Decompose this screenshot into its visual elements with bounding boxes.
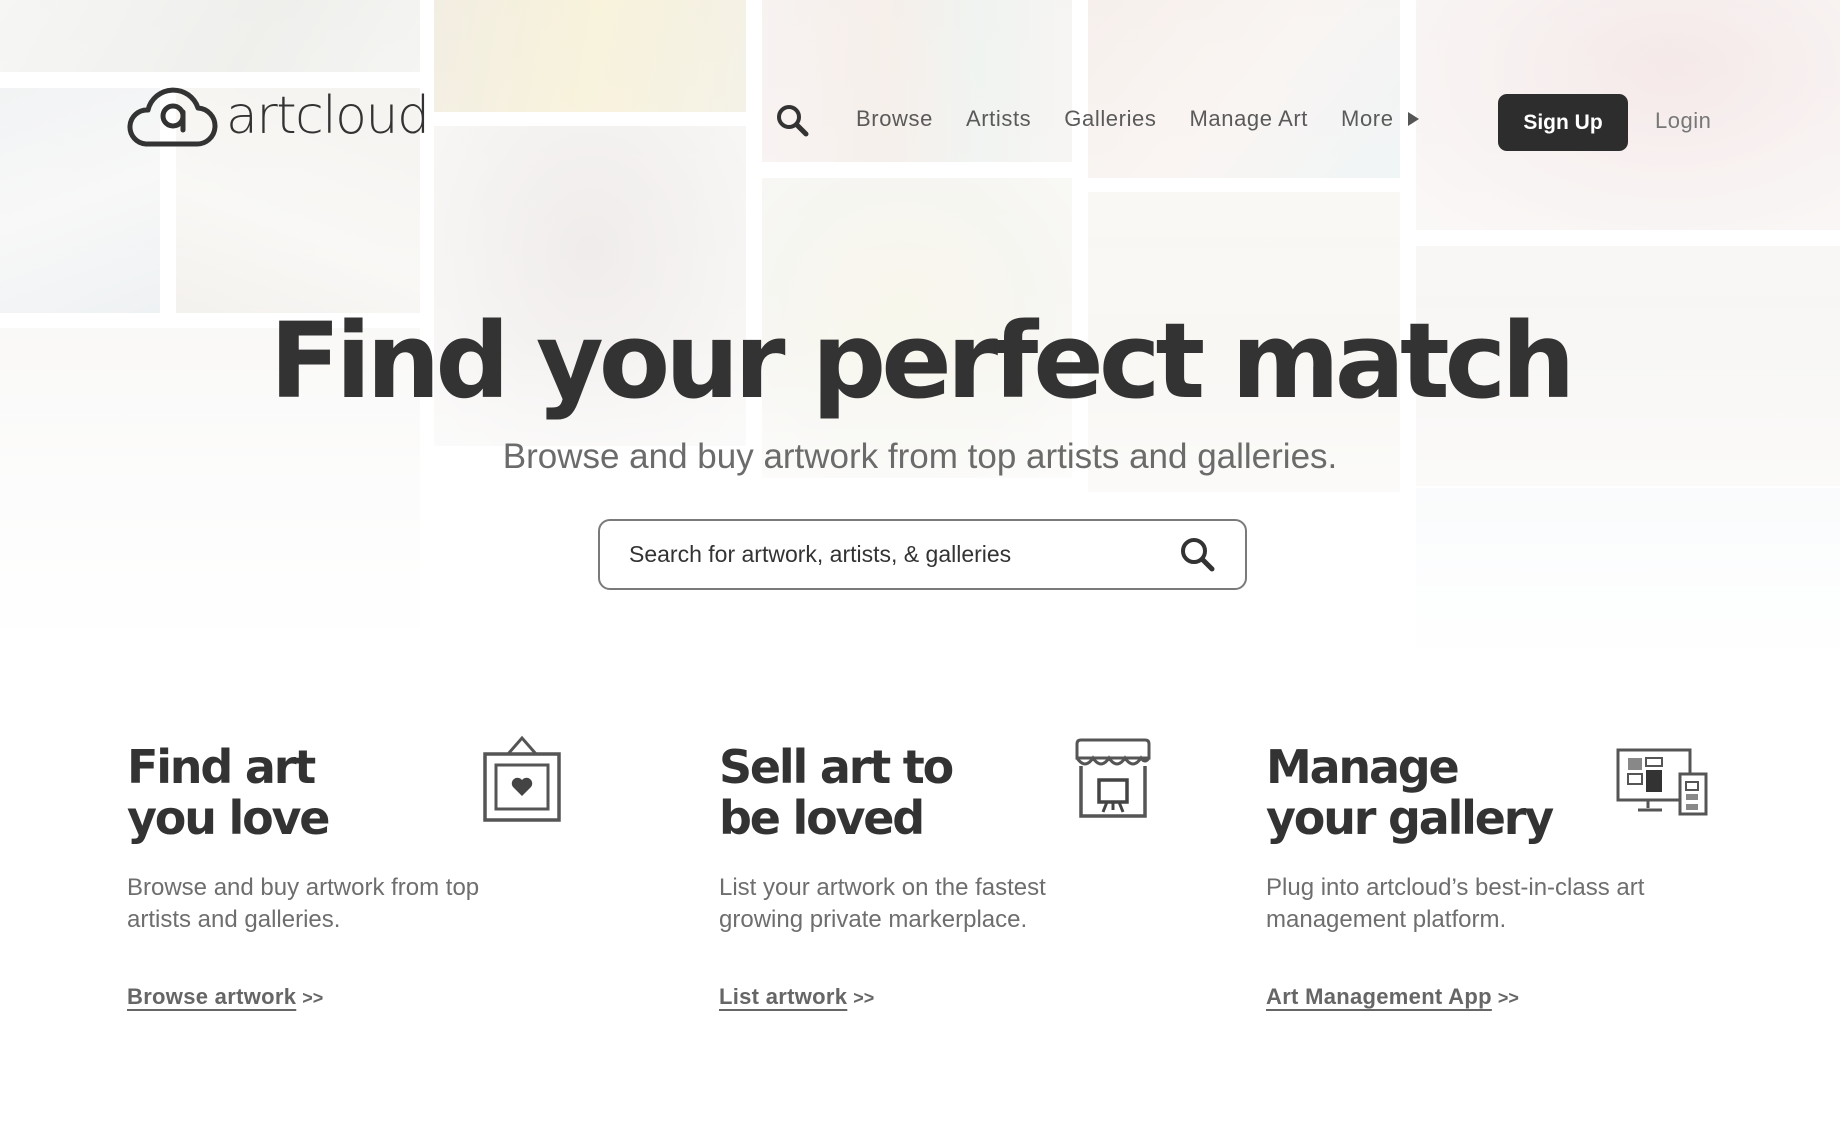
link-label: List artwork — [719, 984, 848, 1009]
link-label: Browse artwork — [127, 984, 297, 1009]
caret-right-icon — [1407, 112, 1419, 126]
nav-more-label: More — [1341, 106, 1394, 131]
nav-more-menu[interactable]: More — [1341, 106, 1419, 132]
feature-sell-art: Sell art to be loved List your artwork o… — [719, 742, 1079, 1010]
main-nav: Browse Artists Galleries Manage Art More — [856, 106, 1419, 132]
link-arrows: >> — [853, 988, 875, 1008]
link-arrows: >> — [1497, 988, 1519, 1008]
art-management-app-link[interactable]: Art Management App — [1266, 984, 1492, 1010]
hero-search-box — [598, 519, 1247, 590]
logo-wordmark: artcloud — [226, 86, 430, 146]
hero-title: Find your perfect match — [269, 300, 1576, 422]
feature-title: Sell art to be loved — [719, 740, 954, 845]
link-arrows: >> — [302, 988, 324, 1008]
search-input[interactable] — [600, 521, 1179, 588]
page: artcloud Browse Artists Galleries Manage… — [0, 0, 1840, 1144]
devices-icon — [1616, 748, 1708, 816]
hero-subtitle: Browse and buy artwork from top artists … — [502, 437, 1338, 476]
search-icon[interactable] — [1179, 536, 1217, 574]
feature-find-art: Find art you love Browse and buy artwork… — [127, 742, 537, 1010]
feature-description: Plug into artcloud’s best-in-class art m… — [1266, 874, 1645, 933]
cloud-logo-icon — [127, 87, 218, 147]
browse-artwork-link[interactable]: Browse artwork — [127, 984, 296, 1010]
signup-button[interactable]: Sign Up — [1498, 94, 1628, 151]
search-icon[interactable] — [776, 104, 810, 138]
framed-heart-icon — [483, 735, 561, 822]
link-label: Art Management App — [1266, 984, 1492, 1009]
nav-link-galleries[interactable]: Galleries — [1064, 106, 1156, 132]
storefront-icon — [1075, 738, 1151, 818]
feature-title: Find art you love — [127, 740, 331, 845]
feature-description: List your artwork on the fastest growing… — [719, 874, 1046, 933]
artcloud-logo[interactable]: artcloud — [126, 86, 430, 150]
login-link[interactable]: Login — [1655, 108, 1711, 134]
list-artwork-link[interactable]: List artwork — [719, 984, 847, 1010]
feature-description: Browse and buy artwork from top artists … — [127, 874, 480, 933]
nav-link-manage-art[interactable]: Manage Art — [1190, 106, 1309, 132]
nav-link-artists[interactable]: Artists — [966, 106, 1031, 132]
nav-link-browse[interactable]: Browse — [856, 106, 933, 132]
